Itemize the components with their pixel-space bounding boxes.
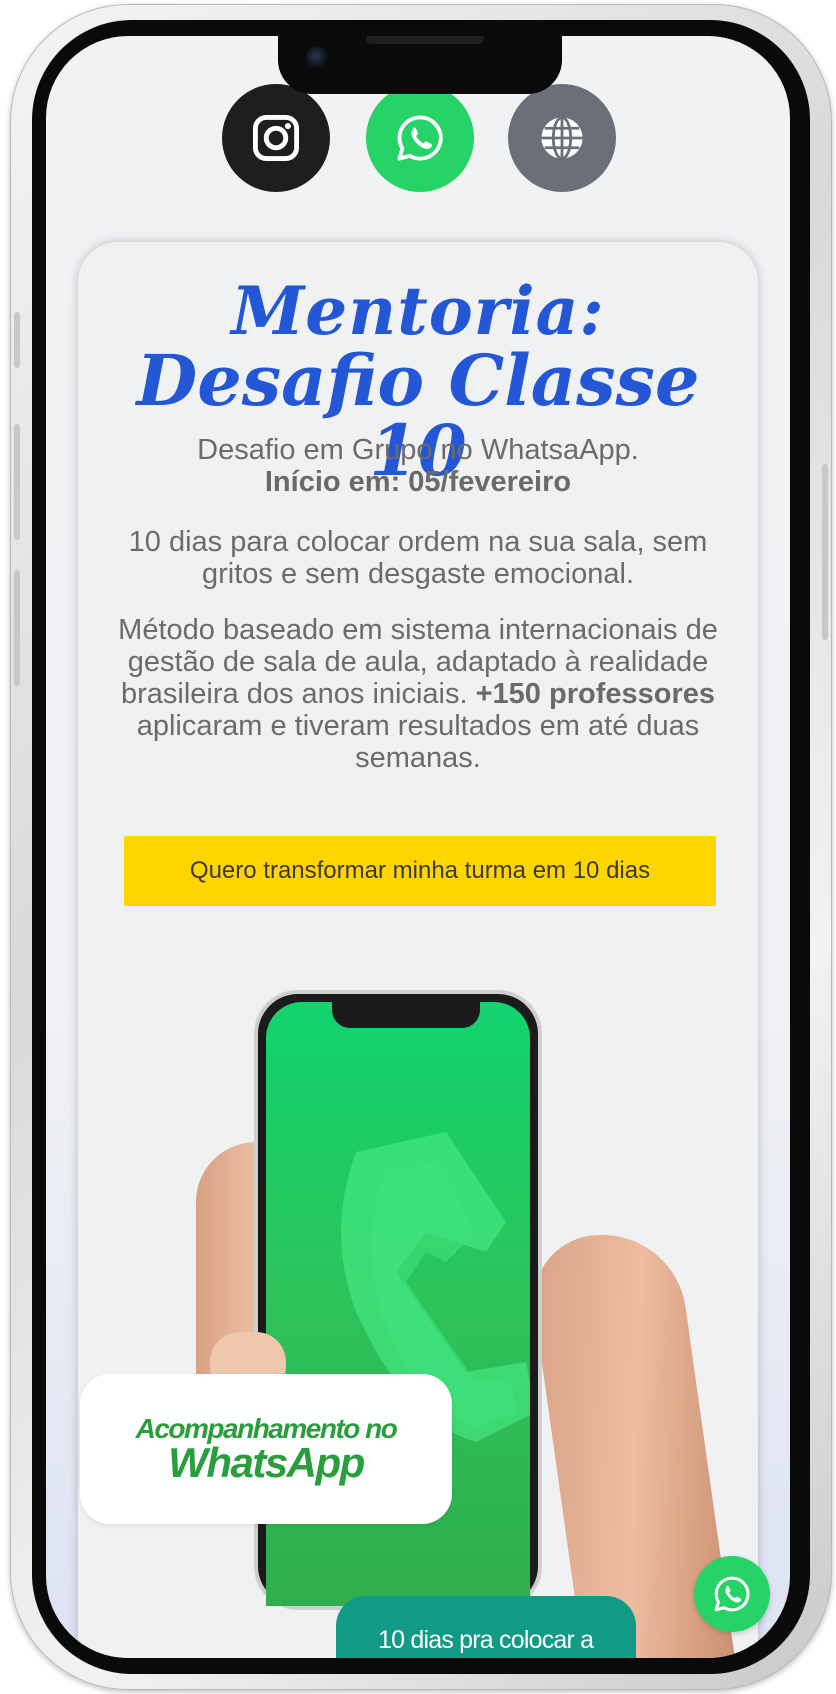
whatsapp-support-bubble: Acompanhamento no WhatsApp	[80, 1374, 452, 1524]
phone-mockup-notch	[332, 1002, 480, 1028]
power-button	[822, 464, 828, 640]
volume-up-button	[14, 424, 20, 540]
intro-text: Desafio em Grupo no WhatsaApp. Início em…	[98, 434, 738, 498]
silent-switch	[14, 312, 20, 368]
whatsapp-icon	[714, 1576, 750, 1612]
promise-text: 10 dias para colocar ordem na sua sala, …	[128, 526, 708, 590]
floating-whatsapp-button[interactable]	[694, 1556, 770, 1632]
whatsapp-icon	[397, 115, 443, 161]
instagram-icon	[252, 114, 300, 162]
globe-icon	[541, 116, 583, 160]
camera-icon	[306, 46, 328, 68]
volume-down-button	[14, 570, 20, 686]
screen: Mentoria: Desafio Classe 10 Desafio em G…	[46, 36, 790, 1658]
method-text-part2: aplicaram e tiveram resultados em até du…	[136, 710, 700, 774]
start-date: Início em: 05/fevereiro	[264, 466, 572, 498]
website-link[interactable]	[508, 84, 616, 192]
bubble-line-2: WhatsApp	[168, 1439, 365, 1486]
speaker	[366, 36, 484, 44]
notch	[278, 36, 562, 94]
method-text: Método baseado em sistema internacionais…	[98, 614, 738, 774]
ten-days-bubble: 10 dias pra colocar a ordem na sala!	[336, 1596, 636, 1658]
mentoria-card: Mentoria: Desafio Classe 10 Desafio em G…	[78, 242, 758, 1658]
teacher-count: +150 professores	[475, 678, 716, 710]
title-line-1: Mentoria:	[231, 272, 605, 350]
whatsapp-link[interactable]	[366, 84, 474, 192]
hero-illustration: Acompanhamento no WhatsApp 10 dias pra c…	[78, 972, 758, 1658]
intro-description: Desafio em Grupo no WhatsaApp.	[197, 434, 639, 466]
cta-button[interactable]: Quero transformar minha turma em 10 dias	[124, 836, 716, 906]
instagram-link[interactable]	[222, 84, 330, 192]
